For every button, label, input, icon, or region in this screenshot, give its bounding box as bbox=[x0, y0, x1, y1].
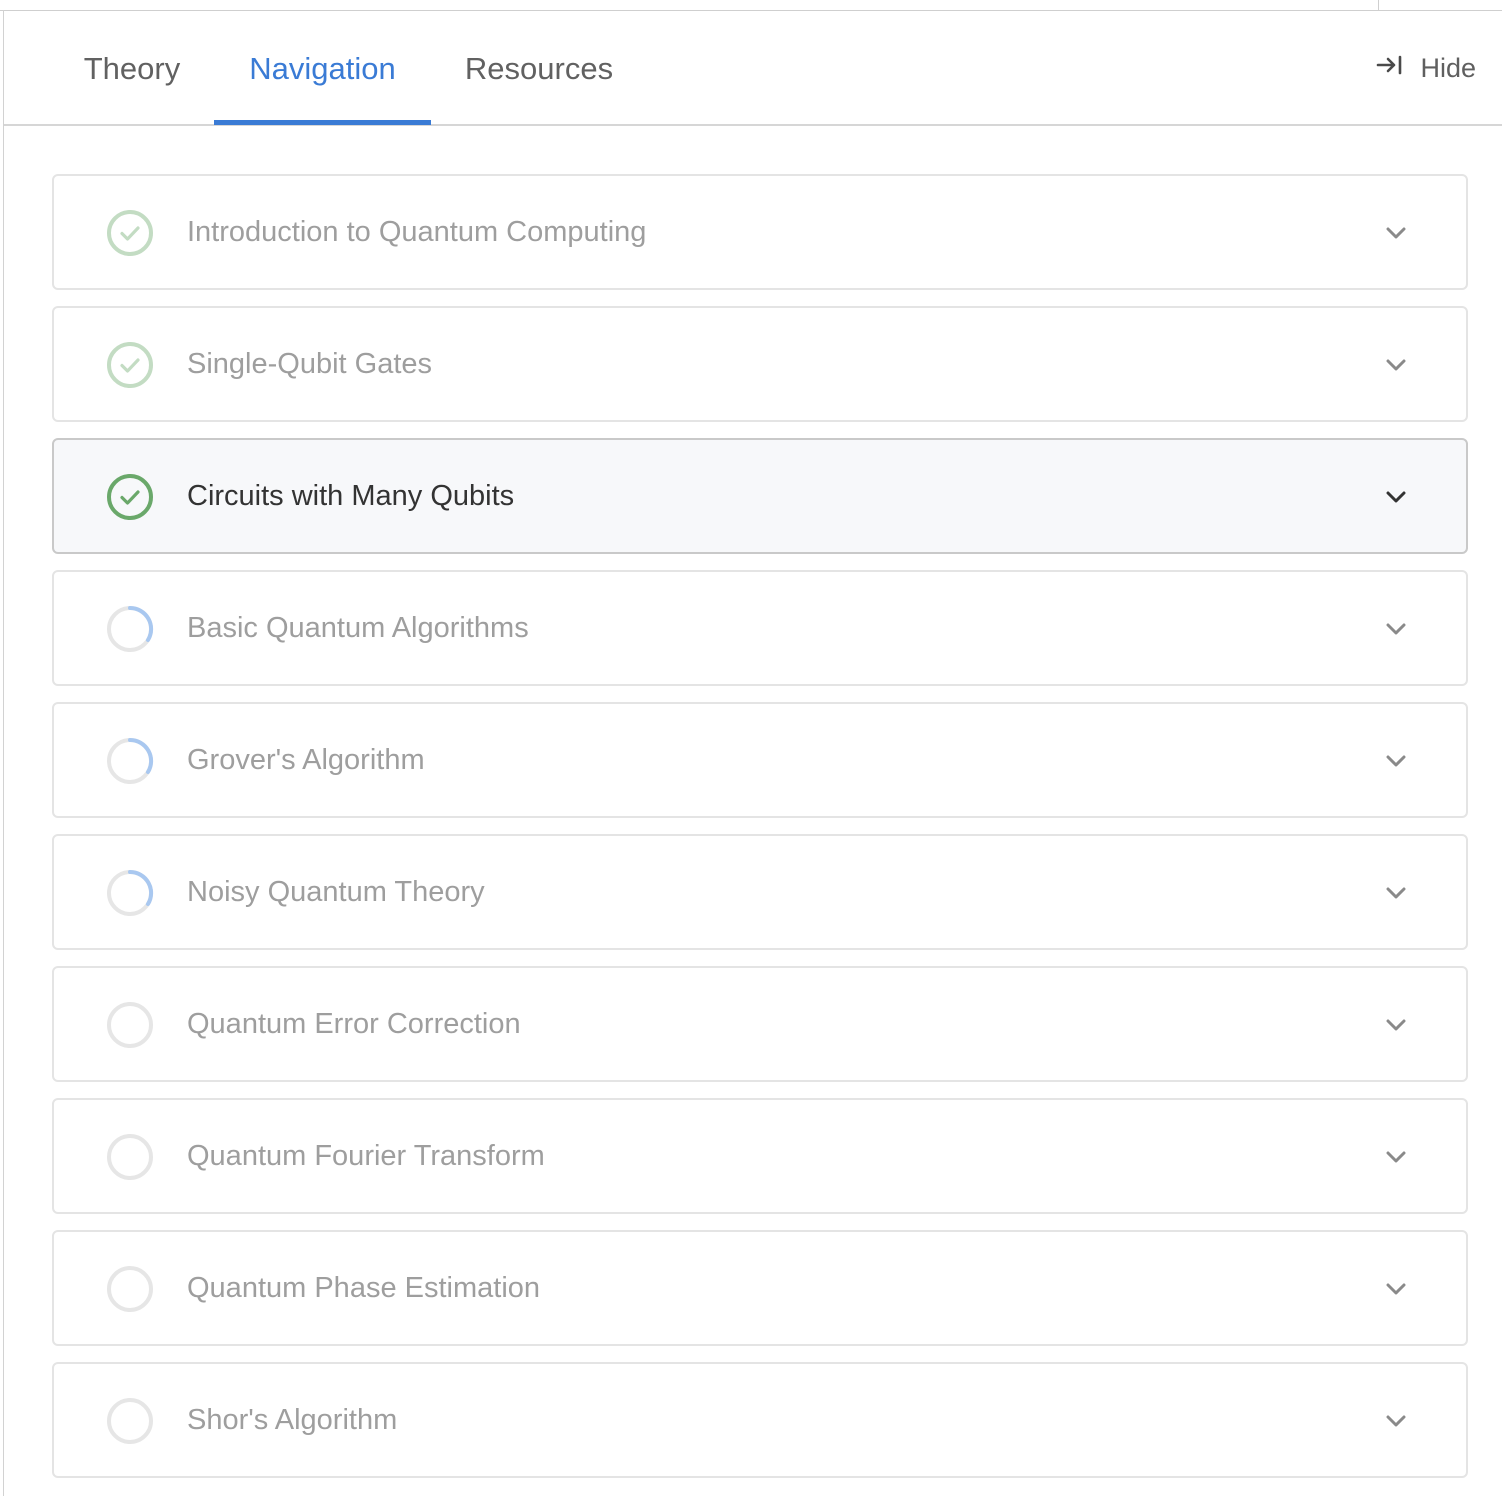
tab-bar: Theory Navigation Resources Hide bbox=[4, 11, 1502, 126]
check-circle-icon bbox=[106, 341, 154, 389]
hide-label: Hide bbox=[1420, 52, 1476, 83]
module-item[interactable]: Circuits with Many Qubits bbox=[52, 438, 1468, 554]
chevron-down-icon[interactable] bbox=[1382, 1143, 1410, 1171]
module-item[interactable]: Quantum Fourier Transform bbox=[52, 1098, 1468, 1214]
course-panel: Theory Navigation Resources Hide Introdu… bbox=[4, 11, 1502, 1496]
module-title: Shor's Algorithm bbox=[187, 1403, 398, 1436]
module-title: Quantum Phase Estimation bbox=[187, 1271, 541, 1304]
progress-circle-icon bbox=[106, 605, 154, 653]
module-item[interactable]: Shor's Algorithm bbox=[52, 1362, 1468, 1478]
module-title: Introduction to Quantum Computing bbox=[187, 215, 647, 248]
module-item[interactable]: Noisy Quantum Theory bbox=[52, 834, 1468, 950]
module-item[interactable]: Introduction to Quantum Computing bbox=[52, 174, 1468, 290]
empty-circle-icon bbox=[106, 1265, 154, 1313]
chevron-down-icon[interactable] bbox=[1382, 615, 1410, 643]
module-title: Circuits with Many Qubits bbox=[187, 479, 515, 512]
module-title: Noisy Quantum Theory bbox=[187, 875, 485, 908]
module-item[interactable]: Quantum Error Correction bbox=[52, 966, 1468, 1082]
module-item[interactable]: Grover's Algorithm bbox=[52, 702, 1468, 818]
active-tab-indicator bbox=[214, 120, 431, 125]
progress-circle-icon bbox=[106, 737, 154, 785]
chevron-down-icon[interactable] bbox=[1382, 219, 1410, 247]
module-item[interactable]: Basic Quantum Algorithms bbox=[52, 570, 1468, 686]
empty-circle-icon bbox=[106, 1133, 154, 1181]
module-title: Quantum Error Correction bbox=[187, 1007, 521, 1040]
module-item[interactable]: Quantum Phase Estimation bbox=[52, 1230, 1468, 1346]
tab-resources[interactable]: Resources bbox=[444, 11, 634, 126]
module-item[interactable]: Single-Qubit Gates bbox=[52, 306, 1468, 422]
check-circle-icon bbox=[106, 473, 154, 521]
empty-circle-icon bbox=[106, 1397, 154, 1445]
chevron-down-icon[interactable] bbox=[1382, 747, 1410, 775]
chevron-down-icon[interactable] bbox=[1382, 483, 1410, 511]
module-title: Grover's Algorithm bbox=[187, 743, 425, 776]
check-circle-icon bbox=[106, 209, 154, 257]
module-title: Single-Qubit Gates bbox=[187, 347, 433, 380]
chevron-down-icon[interactable] bbox=[1382, 1011, 1410, 1039]
hide-button[interactable]: Hide bbox=[1374, 49, 1476, 87]
chevron-down-icon[interactable] bbox=[1382, 1407, 1410, 1435]
progress-circle-icon bbox=[106, 869, 154, 917]
empty-circle-icon bbox=[106, 1001, 154, 1049]
module-list: Introduction to Quantum Computing Single-… bbox=[52, 174, 1468, 1494]
chevron-down-icon[interactable] bbox=[1382, 351, 1410, 379]
tab-theory[interactable]: Theory bbox=[62, 11, 202, 126]
collapse-right-icon bbox=[1374, 49, 1406, 88]
chevron-down-icon[interactable] bbox=[1382, 1275, 1410, 1303]
chevron-down-icon[interactable] bbox=[1382, 879, 1410, 907]
module-title: Basic Quantum Algorithms bbox=[187, 611, 529, 644]
tab-navigation[interactable]: Navigation bbox=[214, 11, 431, 126]
module-title: Quantum Fourier Transform bbox=[187, 1139, 545, 1172]
window-divider bbox=[1378, 0, 1379, 11]
